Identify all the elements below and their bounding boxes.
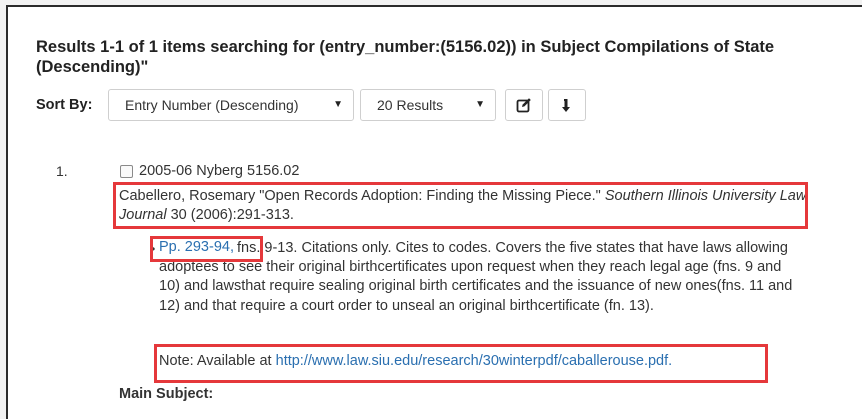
bullet-icon: • <box>151 242 156 256</box>
note-label: Note: Available at <box>159 353 276 369</box>
chevron-down-icon: ▼ <box>475 99 485 110</box>
results-heading-line2: (Descending)" <box>36 58 149 76</box>
results-heading: Results 1-1 of 1 items searching for (en… <box>36 37 862 77</box>
result-number: 1. <box>56 163 68 179</box>
note-url-link[interactable]: http://www.law.siu.edu/research/30winter… <box>276 353 673 369</box>
entry-title: 2005-06 Nyberg 5156.02 <box>139 163 300 179</box>
citation: Cabellero, Rosemary "Open Records Adopti… <box>119 187 809 225</box>
availability-note: Note: Available at http://www.law.siu.ed… <box>159 353 672 369</box>
edit-button[interactable] <box>505 89 543 121</box>
sort-direction-button[interactable] <box>548 89 586 121</box>
citation-author-title: Cabellero, Rosemary "Open Records Adopti… <box>119 188 605 204</box>
entry-description: fns. 9-13. Citations only. Cites to code… <box>159 240 793 314</box>
citation-volume: 30 (2006):291-313. <box>166 207 294 223</box>
results-per-page-value: 20 Results <box>377 97 444 113</box>
sort-order-select[interactable]: Entry Number (Descending) ▼ <box>108 89 354 121</box>
results-heading-line1: Results 1-1 of 1 items searching for (en… <box>36 38 775 56</box>
results-per-page-select[interactable]: 20 Results ▼ <box>360 89 496 121</box>
chevron-down-icon: ▼ <box>333 99 343 110</box>
select-result-checkbox[interactable] <box>120 165 133 178</box>
sort-arrow-icon <box>561 97 573 113</box>
sort-order-value: Entry Number (Descending) <box>125 97 299 113</box>
main-subject-label: Main Subject: <box>119 386 214 402</box>
edit-icon <box>516 97 532 113</box>
sort-by-label: Sort By: <box>36 97 93 113</box>
